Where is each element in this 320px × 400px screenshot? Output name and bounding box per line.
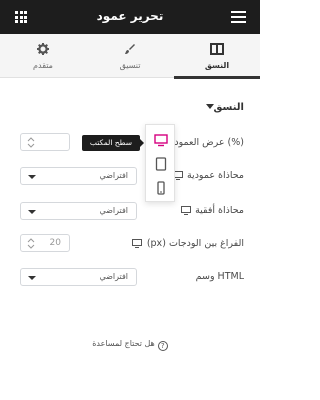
section-toggle-layout[interactable]: النسق xyxy=(201,102,244,113)
help-label: هل تحتاج لمساعدة xyxy=(92,339,155,348)
caret-down-icon xyxy=(205,104,214,109)
spinner-icon[interactable] xyxy=(27,137,35,148)
widgets-space-label: الفراغ بين الودجات (px) xyxy=(147,238,244,249)
monitor-icon[interactable] xyxy=(132,239,142,248)
responsive-device-popup xyxy=(145,124,175,202)
panel-title: تحرير عمود xyxy=(96,9,164,23)
question-circle-icon: ? xyxy=(157,341,168,351)
dropdown-arrow-icon xyxy=(28,210,36,214)
widgets-space-unit: (px) xyxy=(146,238,166,249)
select-value: افتراضي xyxy=(99,206,128,215)
spinner-icon[interactable] xyxy=(27,238,35,249)
widgets-space-input[interactable]: 20 xyxy=(20,234,70,252)
top-bar: تحرير عمود xyxy=(0,0,260,34)
html-tag-label: وسم HTML xyxy=(195,271,244,282)
select-value: افتراضي xyxy=(99,171,128,180)
dropdown-arrow-icon xyxy=(28,276,36,280)
tab-bar: النسق تنسيق متقدم xyxy=(0,34,260,79)
vertical-align-select[interactable]: افتراضي xyxy=(20,167,137,185)
widgets-space-text: الفراغ بين الودجات xyxy=(168,238,244,249)
tab-layout[interactable]: النسق xyxy=(174,34,260,79)
vertical-align-label: محاذاة عمودية xyxy=(186,170,244,181)
widgets-space-placeholder: 20 xyxy=(49,238,61,248)
help-link[interactable]: هل تحتاج لمساعدة? xyxy=(0,339,260,351)
desktop-icon[interactable] xyxy=(154,133,168,147)
horizontal-align-label: محاذاة أفقية xyxy=(195,205,244,216)
section-title: النسق xyxy=(213,102,244,113)
tab-style[interactable]: تنسيق xyxy=(87,34,173,78)
hamburger-icon[interactable] xyxy=(231,11,246,23)
dropdown-arrow-icon xyxy=(28,175,36,179)
tab-label: النسق xyxy=(204,61,230,70)
columns-icon xyxy=(210,43,224,55)
brush-icon xyxy=(125,44,135,54)
monitor-icon[interactable] xyxy=(181,206,191,215)
html-tag-select[interactable]: افتراضي xyxy=(20,268,137,286)
horizontal-align-select[interactable]: افتراضي xyxy=(20,202,137,220)
tablet-icon[interactable] xyxy=(154,157,168,171)
tab-advanced[interactable]: متقدم xyxy=(0,34,86,78)
column-width-label: عرض العمود (%) xyxy=(174,137,244,148)
gear-icon xyxy=(37,43,49,55)
mobile-icon[interactable] xyxy=(154,181,168,195)
tab-label: تنسيق xyxy=(119,61,141,70)
select-value: افتراضي xyxy=(99,272,128,281)
column-width-input[interactable] xyxy=(20,133,70,151)
device-tooltip: سطح المكتب xyxy=(82,135,144,151)
tab-label: متقدم xyxy=(33,61,53,70)
